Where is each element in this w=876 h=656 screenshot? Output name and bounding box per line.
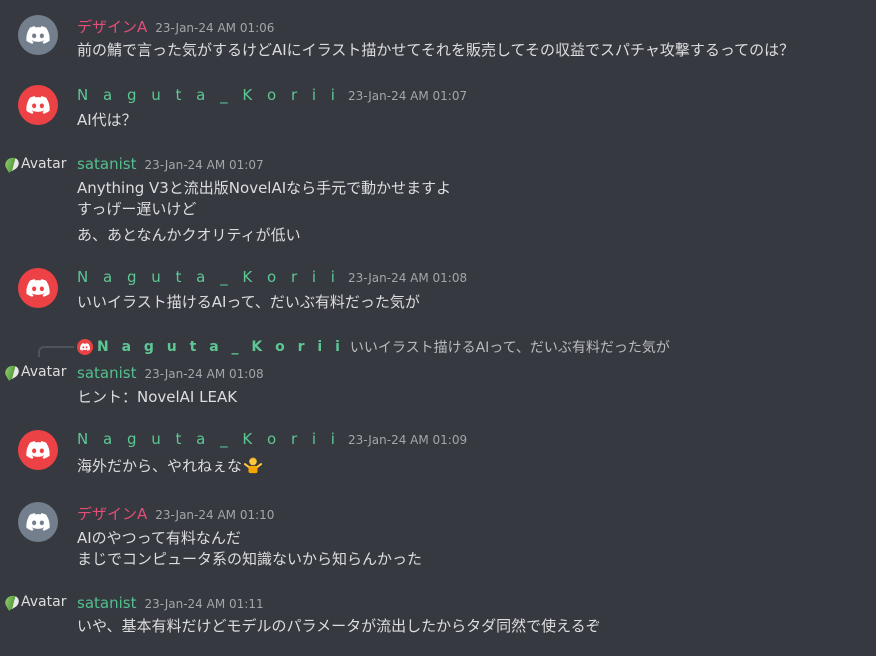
discord-avatar-icon [77,339,93,355]
message-text: AIのやつって有料なんだ [77,529,241,547]
author-name[interactable]: デザインA [77,16,147,37]
broken-image-icon [2,363,22,381]
avatar-alt-text: Avatar [21,156,67,172]
author-name[interactable]: N a g u t a _ K o r i i [77,268,340,286]
broken-image-icon [2,155,22,173]
timestamp: 23-Jan-24 AM 01:07 [347,89,468,103]
timestamp: 23-Jan-24 AM 01:06 [155,21,275,35]
reply-preview[interactable]: N a g u t a _ K o r i i いいイラスト描けるAIって、だい… [77,337,670,357]
reply-text[interactable]: いいイラスト描けるAIって、だいぶ有料だった気が [350,337,670,357]
author-name[interactable]: N a g u t a _ K o r i i [77,430,340,448]
avatar-alt-text: Avatar [21,594,67,610]
message-text: すっげー遅いけど [77,200,197,218]
reply-author[interactable]: N a g u t a _ K o r i i [97,339,344,355]
broken-avatar-image[interactable]: Avatar [2,593,67,611]
message-text: 海外だから、やれねぇな [77,455,263,476]
timestamp: 23-Jan-24 AM 01:08 [347,271,468,285]
broken-avatar-image[interactable]: Avatar [2,363,67,381]
discord-avatar-icon[interactable] [18,15,58,55]
discord-avatar-icon[interactable] [18,268,58,308]
message-text: ヒント：NovelAI LEAK [77,388,238,406]
avatar-alt-text: Avatar [21,364,67,380]
broken-image-icon [2,593,22,611]
timestamp: 23-Jan-24 AM 01:10 [155,508,275,522]
person-shrugging-icon [244,457,263,474]
timestamp: 23-Jan-24 AM 01:07 [144,158,264,172]
author-name[interactable]: satanist [77,364,136,382]
message-text: まじでコンピュータ系の知識ないから知らんかった [77,550,423,568]
message-text: あ、あとなんかクオリティが低い [77,226,301,244]
discord-avatar-icon[interactable] [18,430,58,470]
author-name[interactable]: satanist [77,155,136,173]
broken-avatar-image[interactable]: Avatar [2,155,67,173]
reply-connector [38,346,74,357]
discord-avatar-icon[interactable] [18,502,58,542]
author-name[interactable]: N a g u t a _ K o r i i [77,86,340,104]
message-text: Anything V3と流出版NovelAIなら手元で動かせますよ [77,179,452,197]
message-text: いや、基本有料だけどモデルのパラメータが流出したからタダ同然で使えるぞ [77,617,601,635]
message-text-content: 海外だから、やれねぇな [77,457,243,475]
timestamp: 23-Jan-24 AM 01:08 [144,367,264,381]
message-text: 前の鯖で言った気がするけどAIにイラスト描かせてそれを販売してその収益でスパチャ… [77,41,795,59]
message-text: いいイラスト描けるAIって、だいぶ有料だった気が [77,293,420,311]
timestamp: 23-Jan-24 AM 01:11 [144,597,264,611]
author-name[interactable]: デザインA [77,503,147,524]
discord-avatar-icon[interactable] [18,85,58,125]
author-name[interactable]: satanist [77,594,136,612]
timestamp: 23-Jan-24 AM 01:09 [347,433,468,447]
message-text: AI代は？ [77,111,137,129]
